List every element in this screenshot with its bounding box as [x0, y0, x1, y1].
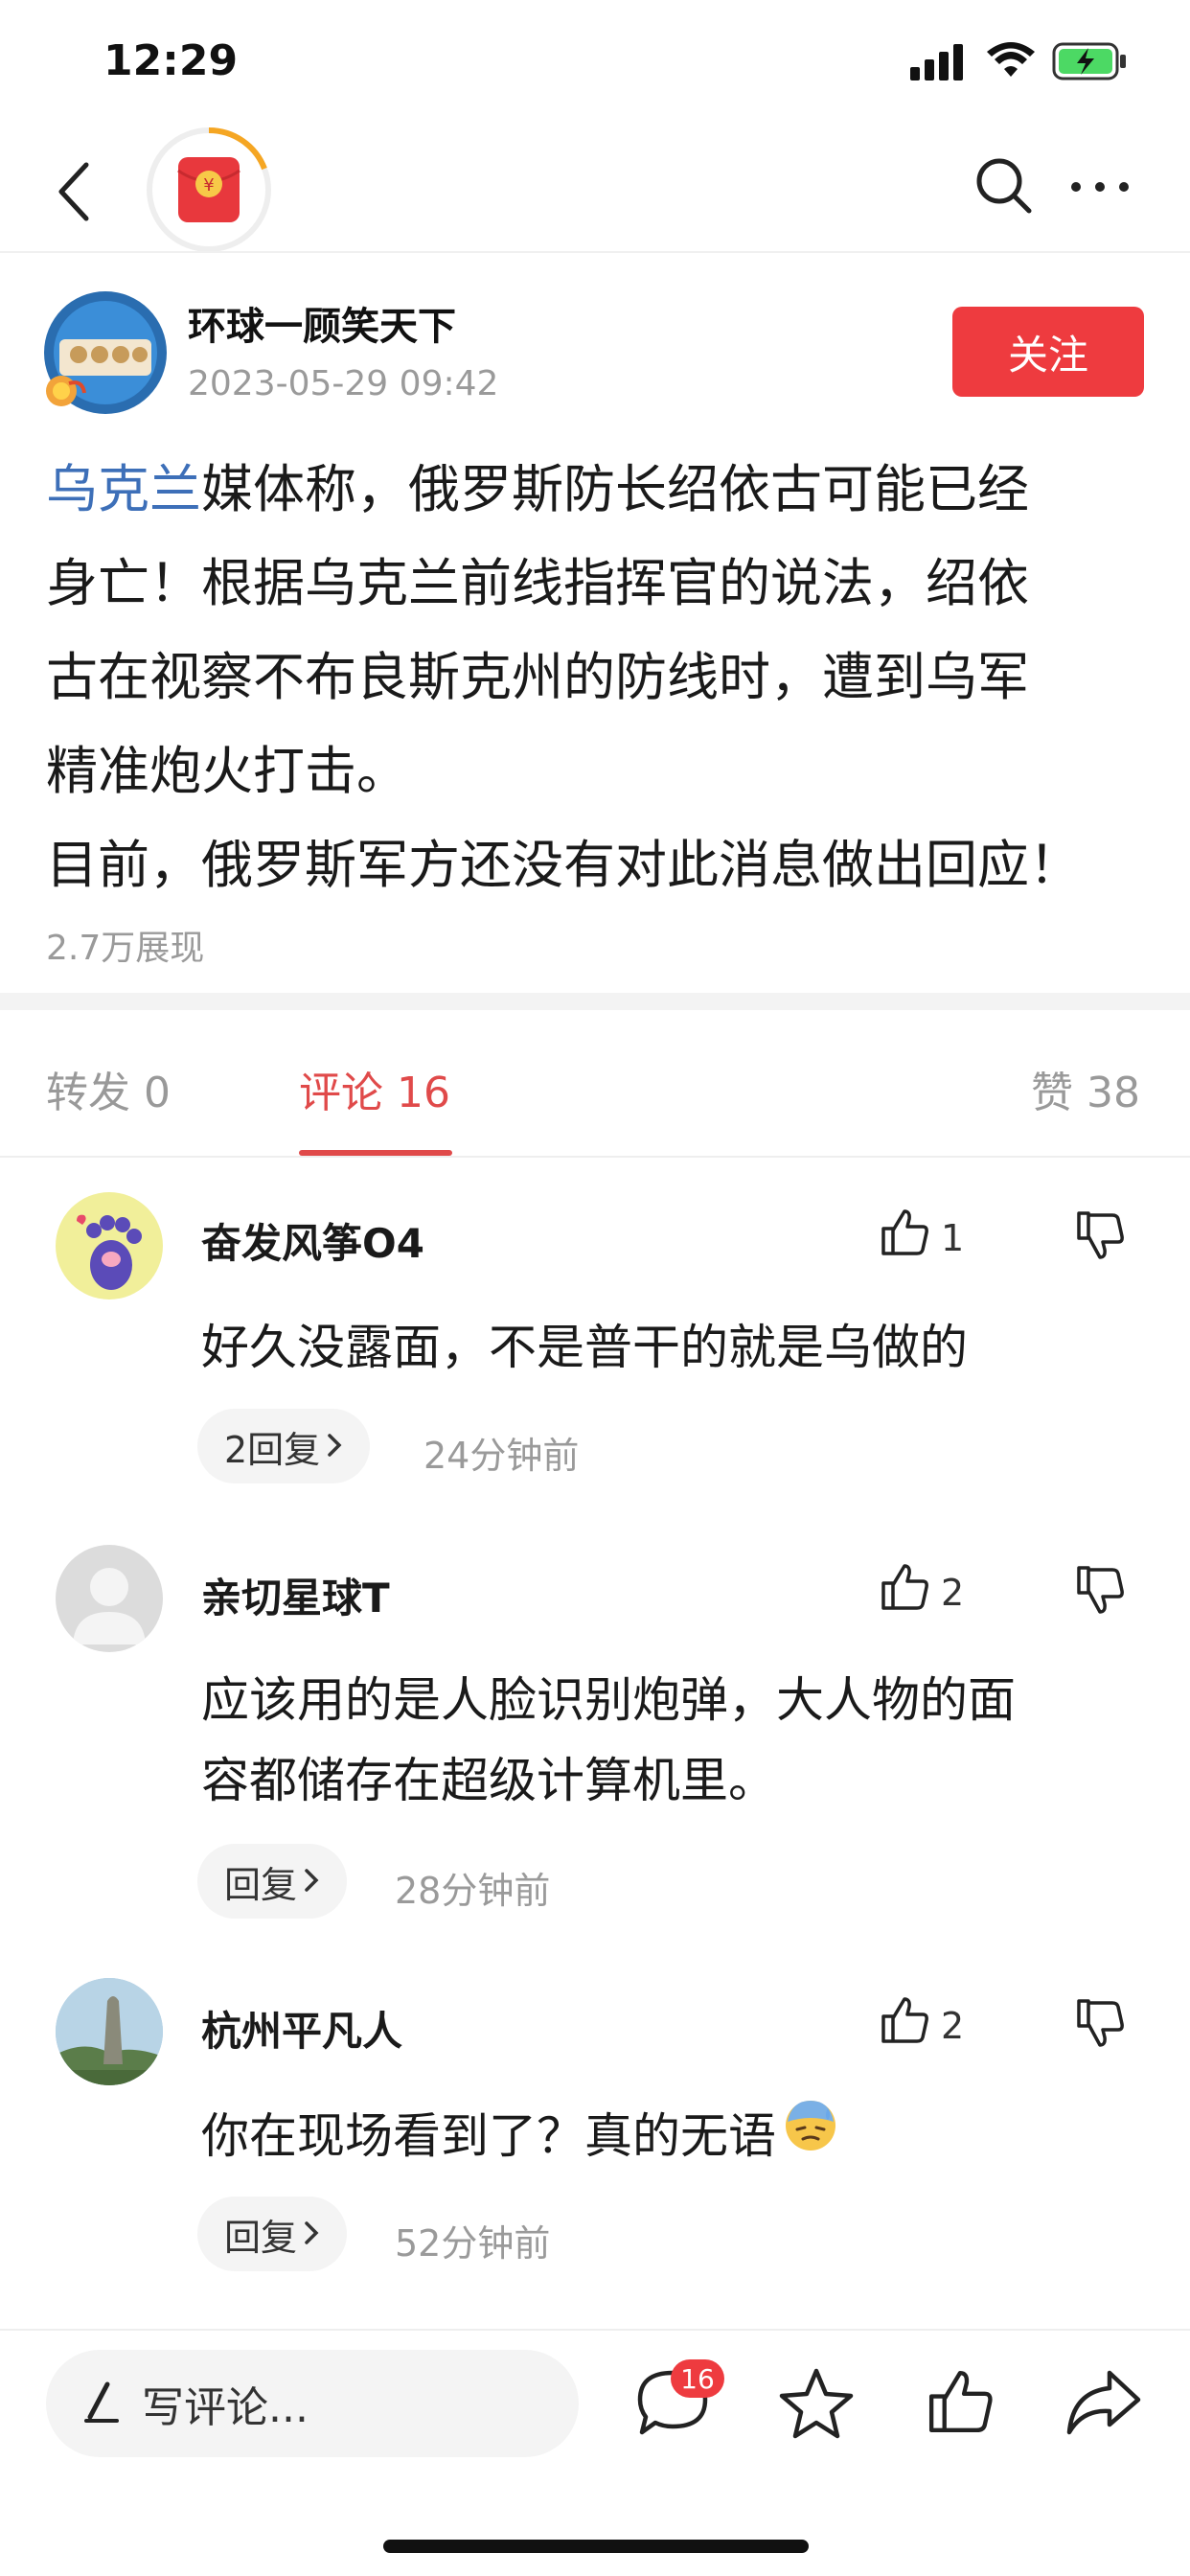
reply-label: 回复: [224, 2216, 298, 2259]
sweat-emoji-icon: [782, 2095, 839, 2176]
chevron-right-icon: [303, 1860, 320, 1902]
share-icon[interactable]: [1064, 2367, 1142, 2444]
body-line-1: 媒体称，俄罗斯防长绍依古可能已经: [201, 459, 1029, 519]
dislike-icon[interactable]: [1073, 1564, 1127, 1622]
like-icon[interactable]: [924, 2365, 996, 2442]
comment-author[interactable]: 亲切星球T: [201, 1566, 390, 1624]
comment-text-line: 容都储存在超级计算机里。: [201, 1753, 776, 1808]
comment-text: 应该用的是人脸识别炮弹，大人物的面 容都储存在超级计算机里。: [201, 1660, 1016, 1821]
dislike-icon[interactable]: [1073, 1997, 1127, 2055]
post-body: 乌克兰媒体称，俄罗斯防长绍依古可能已经 身亡！根据乌克兰前线指挥官的说法，绍依 …: [46, 443, 1148, 912]
status-time: 12:29: [103, 36, 239, 85]
write-comment-input[interactable]: 写评论...: [46, 2350, 579, 2457]
body-line-2: 身亡！根据乌克兰前线指挥官的说法，绍依: [46, 553, 1029, 613]
tab-divider: [0, 1156, 1190, 1158]
comment-time: 24分钟前: [423, 1435, 580, 1477]
like-count: 2: [941, 1572, 965, 1614]
comment-text: 你在现场看到了？真的无语: [201, 2095, 839, 2176]
comment-author[interactable]: 奋发风筝O4: [201, 1211, 424, 1270]
author-name[interactable]: 环球一顾笑天下: [188, 295, 456, 351]
home-indicator: [383, 2540, 809, 2553]
wifi-icon: [987, 42, 1035, 84]
author-avatar[interactable]: [40, 288, 171, 418]
bottom-bar-divider: [0, 2329, 1190, 2331]
red-packet-widget[interactable]: ¥: [144, 125, 274, 255]
like-icon[interactable]: [878, 1206, 931, 1263]
comment-author[interactable]: 杭州平凡人: [201, 1999, 402, 2058]
battery-icon: [1052, 42, 1129, 84]
reply-button[interactable]: 回复: [197, 2196, 348, 2271]
section-divider: [0, 993, 1190, 1010]
avatar[interactable]: [56, 1545, 163, 1652]
body-line-5: 目前，俄罗斯军方还没有对此消息做出回应！: [46, 835, 1081, 895]
chevron-right-icon: [326, 1425, 343, 1467]
search-icon[interactable]: [973, 155, 1035, 217]
follow-button[interactable]: 关注: [952, 307, 1144, 397]
body-line-3: 古在视察不布良斯克州的防线时，遭到乌军: [46, 647, 1029, 707]
comment-text-content: 你在现场看到了？真的无语: [201, 2107, 776, 2164]
back-icon[interactable]: [46, 153, 103, 230]
comment-count-badge: 16: [671, 2359, 724, 2398]
comment-text-line: 应该用的是人脸识别炮弹，大人物的面: [201, 1672, 1016, 1728]
tab-likes[interactable]: 赞 38: [1031, 1058, 1140, 1119]
reply-label: 回复: [224, 1863, 298, 1906]
topic-link[interactable]: 乌克兰: [46, 459, 201, 519]
post-timestamp: 2023-05-29 09:42: [188, 364, 499, 403]
comment-time: 52分钟前: [395, 2222, 551, 2265]
reply-label: 2回复: [224, 1428, 321, 1471]
chevron-right-icon: [303, 2213, 320, 2255]
avatar[interactable]: [56, 1978, 163, 2085]
view-count: 2.7万展现: [46, 929, 205, 968]
like-count: 2: [941, 2005, 965, 2047]
nav-divider: [0, 251, 1190, 253]
like-icon[interactable]: [878, 1993, 931, 2051]
svg-text:¥: ¥: [203, 175, 214, 196]
body-line-4: 精准炮火打击。: [46, 741, 408, 801]
star-icon[interactable]: [778, 2367, 855, 2444]
more-icon[interactable]: [1069, 172, 1131, 201]
tab-comments[interactable]: 评论 16: [299, 1058, 450, 1119]
avatar[interactable]: [56, 1192, 163, 1300]
like-count: 1: [941, 1217, 965, 1259]
pen-icon: [79, 2379, 125, 2428]
tab-repost[interactable]: 转发 0: [46, 1058, 171, 1119]
signal-icon: [910, 42, 968, 84]
comment-time: 28分钟前: [395, 1870, 551, 1912]
write-comment-placeholder: 写评论...: [142, 2383, 309, 2432]
comment-text: 好久没露面，不是普干的就是乌做的: [201, 1320, 968, 1375]
reply-button[interactable]: 回复: [197, 1844, 348, 1919]
reply-button[interactable]: 2回复: [197, 1409, 371, 1484]
dislike-icon[interactable]: [1073, 1209, 1127, 1267]
like-icon[interactable]: [878, 1560, 931, 1618]
